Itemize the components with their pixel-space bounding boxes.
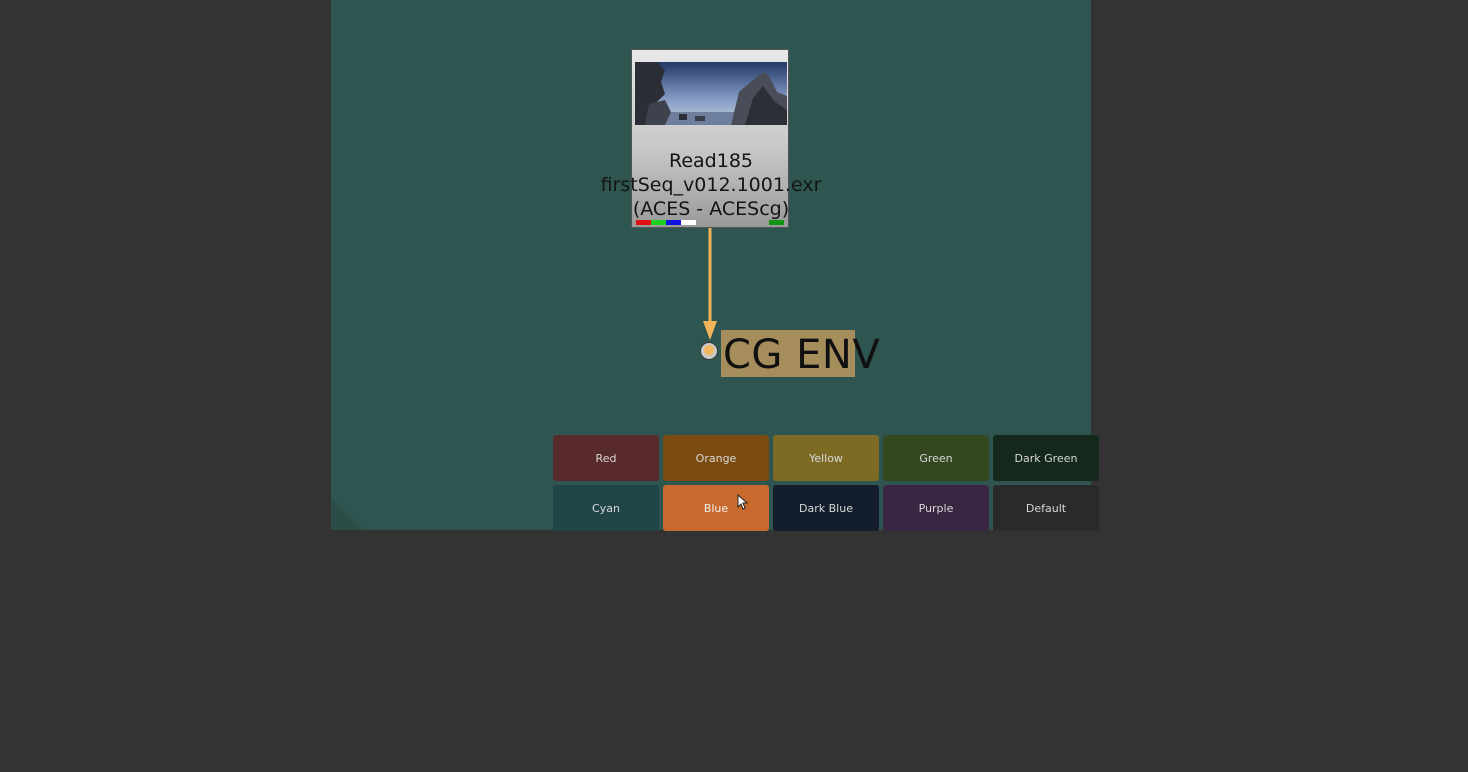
color-blue-button[interactable]: Blue [663,485,769,531]
color-dark-blue-button[interactable]: Dark Blue [773,485,879,531]
color-purple-button[interactable]: Purple [883,485,989,531]
color-dark-green-button[interactable]: Dark Green [993,435,1099,481]
channel-swatch [636,220,651,225]
backdrop-label: CG ENV [723,332,881,378]
color-green-button[interactable]: Green [883,435,989,481]
color-red-button[interactable]: Red [553,435,659,481]
node-file-path: firstSeq_v012.1001.exr [600,174,822,196]
color-yellow-button[interactable]: Yellow [773,435,879,481]
dot-node[interactable] [700,342,718,360]
color-orange-button[interactable]: Orange [663,435,769,481]
channel-indicator [636,220,696,225]
node-status-indicator [769,220,784,225]
node-name: Read185 [668,150,753,172]
edge-arrowhead [703,321,717,340]
channel-swatch [651,220,666,225]
node-thumbnail [635,62,787,125]
read-node[interactable]: Read185 firstSeq_v012.1001.exr (ACES - A… [601,49,821,228]
node-colorspace: (ACES - ACEScg) [632,198,790,220]
color-default-button[interactable]: Default [993,485,1099,531]
channel-swatch [681,220,696,225]
mouse-cursor-icon [737,494,749,510]
color-cyan-button[interactable]: Cyan [553,485,659,531]
channel-swatch [666,220,681,225]
color-palette: Red Orange Yellow Green Dark Green Cyan Blue Da… [553,435,1099,531]
